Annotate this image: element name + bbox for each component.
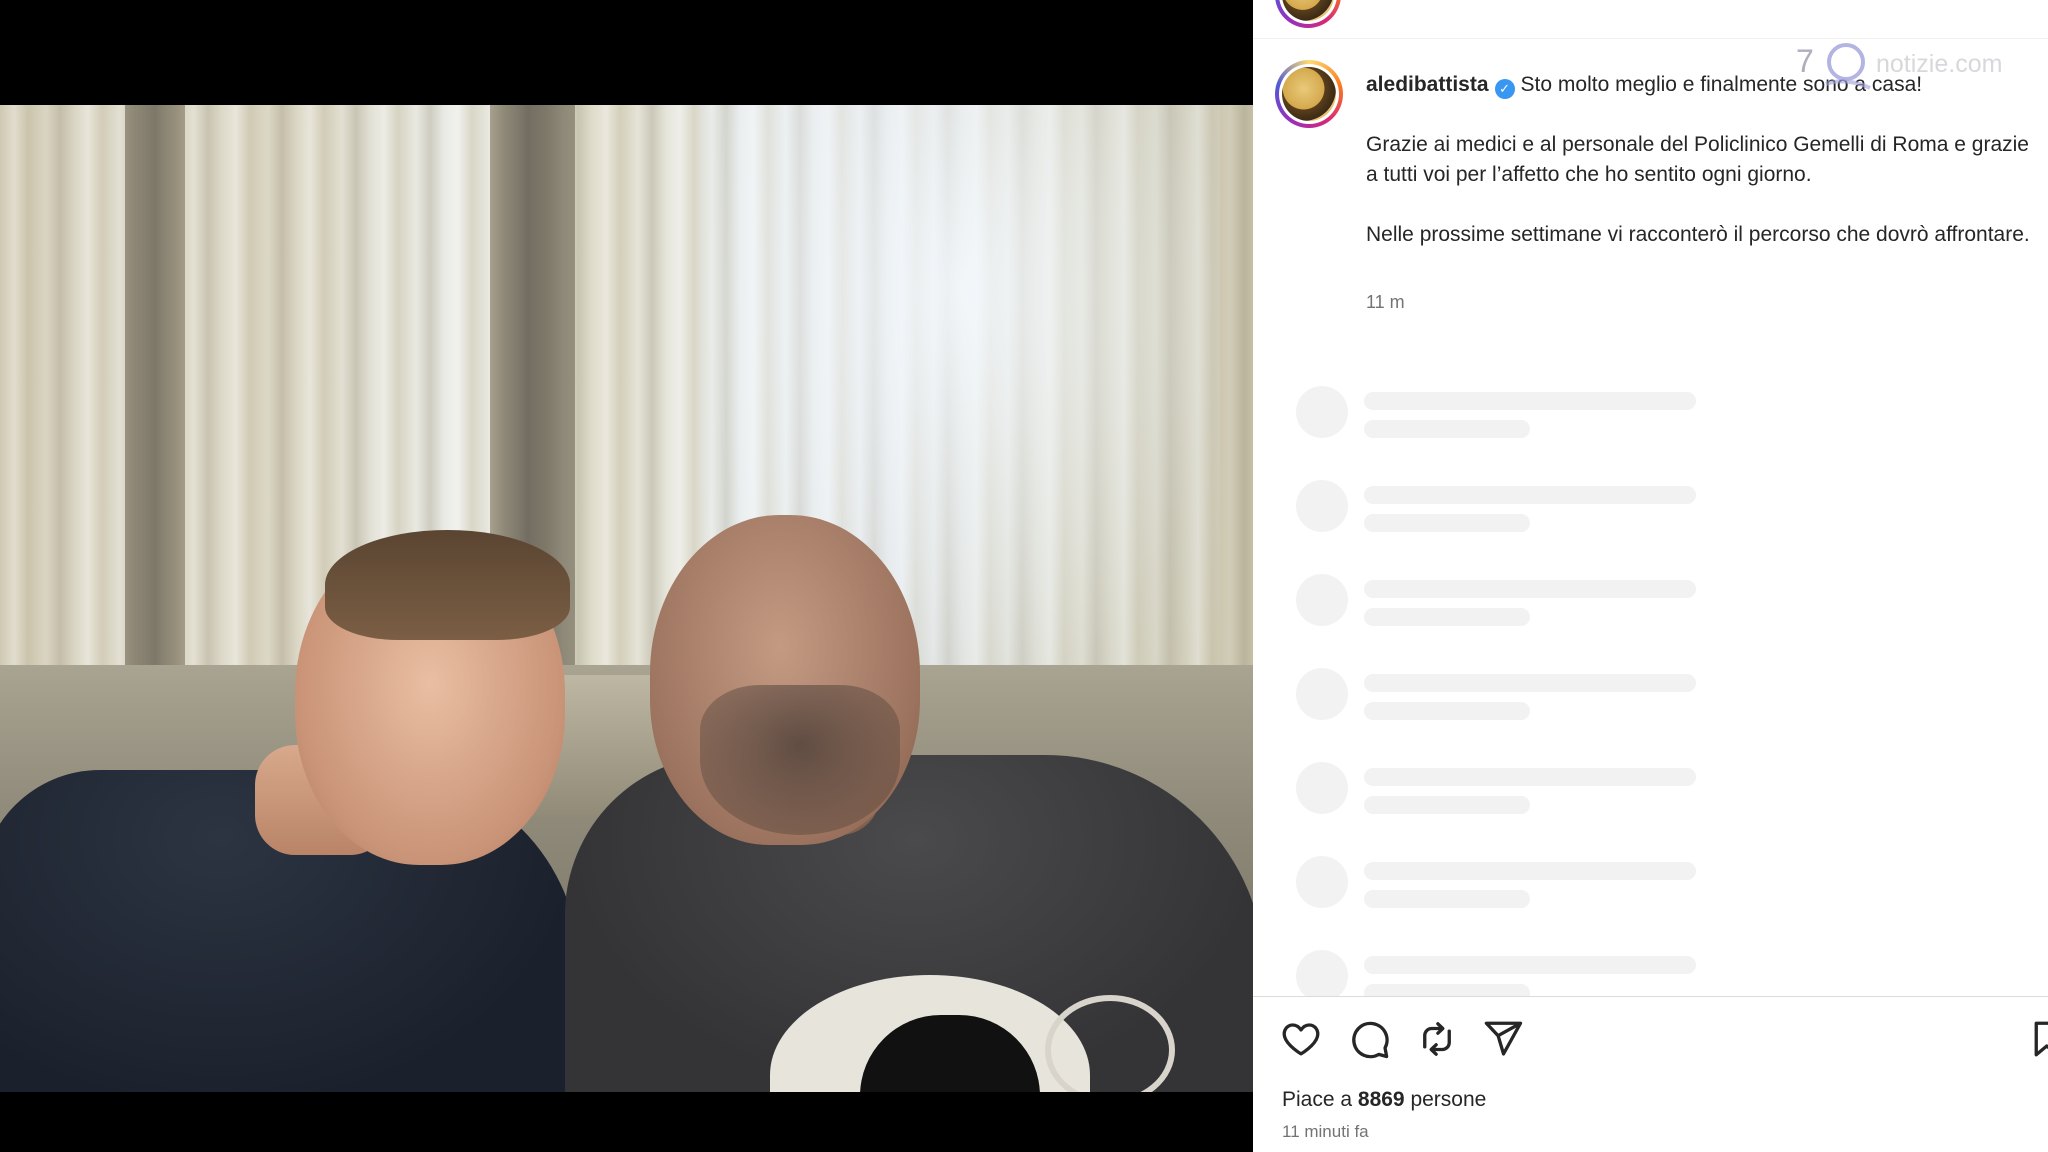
skeleton-line <box>1364 796 1530 814</box>
comment-skeleton <box>1296 762 1736 822</box>
watermark-text: notizie.com <box>1876 50 2003 78</box>
caption-paragraph: Nelle prossime settimane vi racconterò i… <box>1366 223 2030 246</box>
skeleton-line <box>1364 862 1696 880</box>
avatar-image <box>1282 67 1336 121</box>
skeleton-line <box>1364 580 1696 598</box>
comment-skeleton <box>1296 856 1736 916</box>
likes-count[interactable]: Piace a 8869 persone <box>1282 1088 1486 1112</box>
username-link[interactable]: aledibattista <box>1366 73 1489 96</box>
post-caption: aledibattista ✓ Sto molto meglio e finalme… <box>1366 70 2034 250</box>
post-timestamp: 11 minuti fa <box>1282 1122 1369 1141</box>
skeleton-line <box>1364 768 1696 786</box>
share-icon[interactable] <box>1482 1018 1524 1060</box>
skeleton-line <box>1364 890 1530 908</box>
comment-skeleton <box>1296 574 1736 634</box>
person-right-beard <box>700 685 900 835</box>
watermark-logo-icon: 7 <box>1796 43 1871 90</box>
likes-number: 8869 <box>1357 1088 1405 1111</box>
divider <box>1253 996 2048 997</box>
skeleton-avatar <box>1296 574 1348 626</box>
person-left-hair <box>325 530 570 640</box>
skeleton-avatar <box>1296 668 1348 720</box>
post-media[interactable] <box>0 0 1253 1152</box>
curtain-fold <box>125 105 185 705</box>
site-watermark: 7 notizie.com <box>1796 36 2036 96</box>
comment-skeleton <box>1296 668 1736 728</box>
skeleton-avatar <box>1296 950 1348 996</box>
skeleton-line <box>1364 674 1696 692</box>
post-photo[interactable] <box>0 105 1253 1092</box>
skeleton-line <box>1364 420 1530 438</box>
skeleton-avatar <box>1296 856 1348 908</box>
skeleton-avatar <box>1296 480 1348 532</box>
skeleton-line <box>1364 956 1696 974</box>
verified-badge-icon: ✓ <box>1494 79 1515 99</box>
skeleton-line <box>1364 486 1696 504</box>
skeleton-avatar <box>1296 762 1348 814</box>
comment-icon[interactable] <box>1349 1018 1391 1060</box>
skeleton-line <box>1364 392 1696 410</box>
skeleton-line <box>1364 984 1530 996</box>
svg-text:7: 7 <box>1796 43 1814 79</box>
likes-label: Piace a <box>1282 1088 1353 1111</box>
bookmark-icon[interactable] <box>2030 1018 2048 1060</box>
skeleton-avatar <box>1296 386 1348 438</box>
caption-paragraph: Grazie ai medici e al personale del Poli… <box>1366 133 2029 186</box>
caption-timestamp[interactable]: 11 m <box>1366 292 1405 313</box>
repost-icon[interactable] <box>1416 1018 1458 1060</box>
skeleton-line <box>1364 608 1530 626</box>
skeleton-line <box>1364 514 1530 532</box>
comment-skeleton <box>1296 480 1736 540</box>
caption-avatar[interactable] <box>1275 60 1343 128</box>
likes-suffix: persone <box>1410 1088 1487 1111</box>
comment-skeleton <box>1296 950 1736 996</box>
heart-icon[interactable] <box>1280 1018 1322 1060</box>
comment-skeleton <box>1296 386 1736 446</box>
avatar-image <box>1282 0 1334 21</box>
skeleton-line <box>1364 702 1530 720</box>
